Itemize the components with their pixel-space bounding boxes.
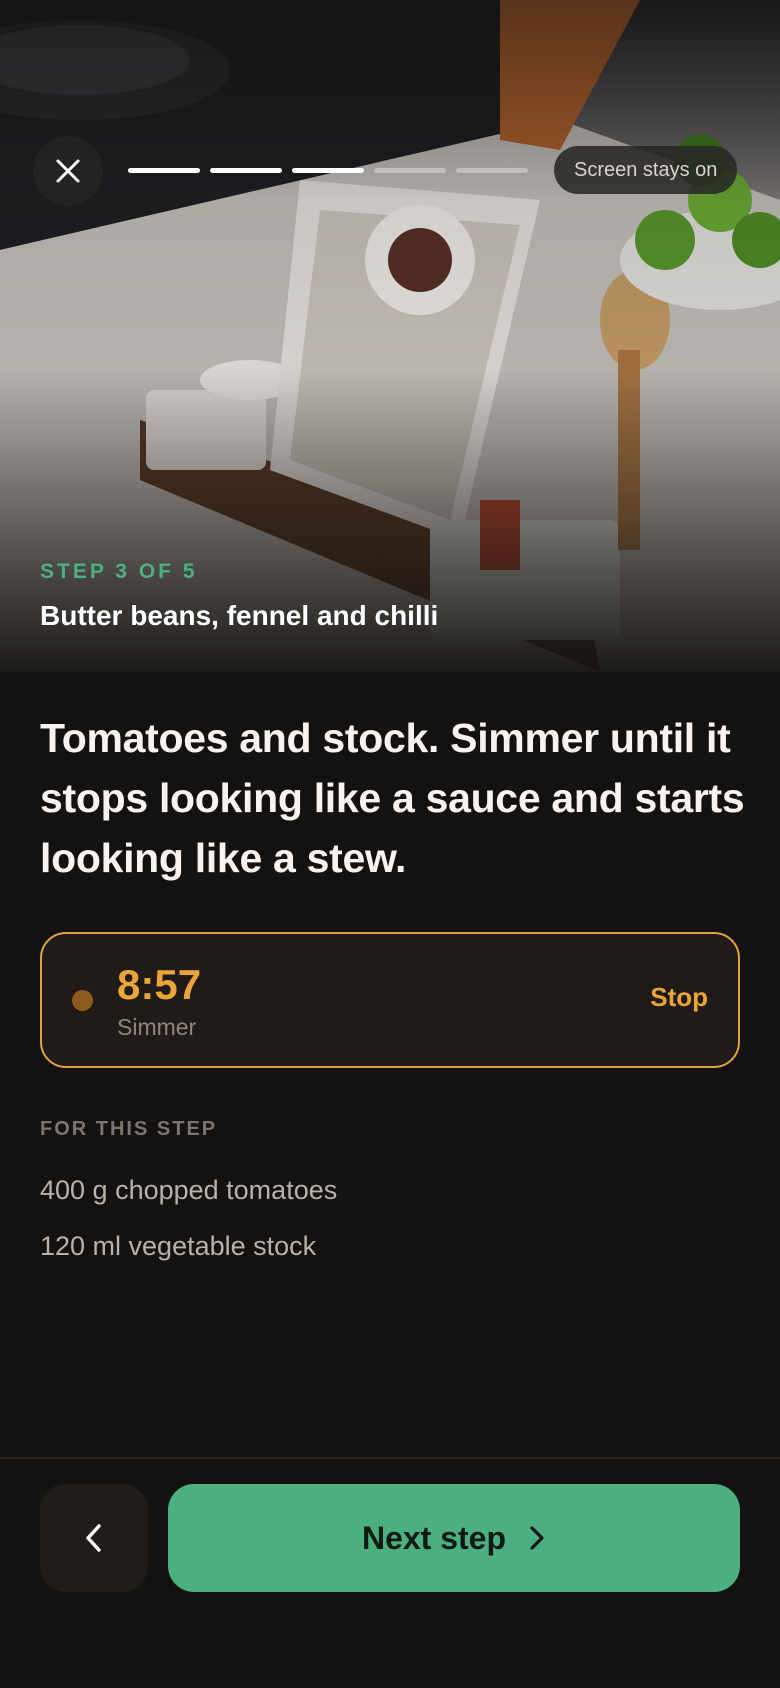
close-icon [56, 159, 80, 183]
hero-image: Screen stays on STEP 3 OF 5 Butter beans… [0, 0, 780, 672]
progress-segment [292, 168, 364, 173]
progress-segment [128, 168, 200, 173]
progress-segment [456, 168, 528, 173]
timer-time: 8:57 [117, 961, 202, 1008]
ingredients-heading: FOR THIS STEP [40, 1118, 218, 1140]
stop-timer-button[interactable]: Stop [650, 982, 708, 1013]
timer-label: Simmer [117, 1014, 197, 1040]
footer-divider [0, 1457, 780, 1459]
step-counter: STEP 3 OF 5 [40, 560, 198, 583]
chevron-left-icon [86, 1524, 101, 1552]
screen-stays-on-badge[interactable]: Screen stays on [554, 146, 738, 194]
ingredient-item: 400 g chopped tomatoes [40, 1175, 338, 1205]
chevron-right-icon [530, 1526, 544, 1550]
progress-segment [210, 168, 282, 173]
step-timer: 8:57 Simmer Stop [40, 932, 740, 1068]
step-instruction: Tomatoes and stock. Simmer until it stop… [40, 715, 745, 881]
ingredient-item: 120 ml vegetable stock [40, 1231, 317, 1261]
recipe-title: Butter beans, fennel and chilli [40, 600, 439, 631]
timer-status-dot [72, 990, 93, 1011]
step-progress [128, 168, 528, 173]
next-step-label: Next step [361, 1519, 507, 1556]
close-button[interactable] [33, 136, 103, 206]
ingredients-list: 400 g chopped tomatoes 120 ml vegetable … [40, 1162, 337, 1274]
progress-segment [374, 168, 446, 173]
previous-step-button[interactable] [40, 1484, 148, 1592]
next-step-button[interactable]: Next step [168, 1484, 740, 1592]
